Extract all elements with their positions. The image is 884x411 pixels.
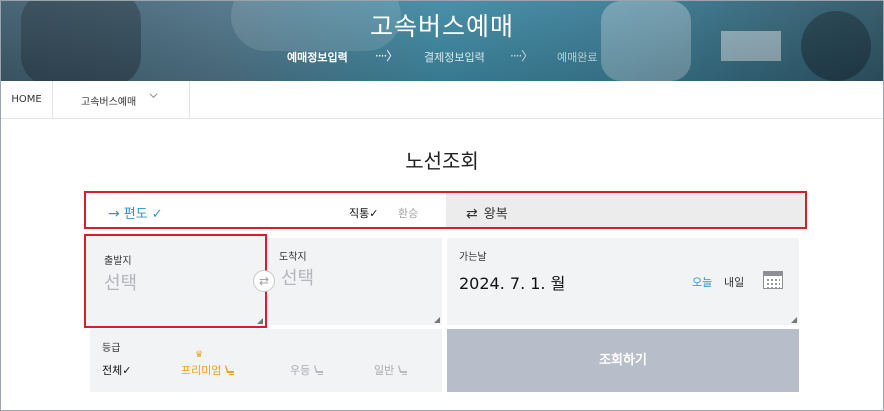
- oneway-tab[interactable]: → 편도 ✓: [108, 203, 163, 222]
- date-value: 2024. 7. 1. 월: [459, 274, 566, 293]
- progress-steps: 예매정보입력 ····〉 결제정보입력 ····〉 예매완료: [1, 49, 883, 65]
- transfer-option[interactable]: 환승: [398, 205, 418, 221]
- departure-label: 출발지: [104, 256, 132, 267]
- breadcrumb-menu-select[interactable]: 고속버스예매: [53, 81, 190, 118]
- tomorrow-button[interactable]: 내일: [724, 274, 744, 290]
- date-field[interactable]: 가는날 2024. 7. 1. 월 오늘 내일: [447, 238, 799, 325]
- hero-title: 고속버스예매: [369, 12, 514, 41]
- seat-icon: [314, 365, 324, 375]
- breadcrumb-current: 고속버스예매: [81, 97, 137, 108]
- direct-option[interactable]: 직통✓: [349, 205, 378, 221]
- seat-icon: [225, 365, 235, 375]
- crown-icon: ♛: [195, 350, 204, 360]
- step-complete: 예매완료: [557, 51, 598, 64]
- grade-option-general-label: 일반: [374, 364, 395, 377]
- grade-option-premium[interactable]: ♛ 프리미엄: [181, 350, 236, 378]
- swap-locations-button[interactable]: ⇄: [253, 270, 275, 292]
- arrow-right-icon: →: [108, 206, 120, 222]
- roundtrip-tab[interactable]: ⇄ 왕복: [446, 193, 805, 227]
- step-arrow-icon: ····〉: [510, 49, 533, 63]
- grade-option-preferred-label: 우등: [290, 364, 311, 377]
- page-title: 노선조회: [405, 149, 479, 173]
- grade-option-all[interactable]: 전체✓: [102, 362, 131, 378]
- trip-type-row: → 편도 ✓ 직통✓ 환승 ⇄ 왕복: [84, 191, 807, 229]
- grade-option-preferred[interactable]: 우등: [290, 362, 325, 378]
- swap-arrows-icon: ⇄: [466, 206, 478, 222]
- route-search-form: → 편도 ✓ 직통✓ 환승 ⇄ 왕복 출발지 선택 ⇄ 도착지 선택 가는날 202…: [84, 191, 807, 401]
- grade-option-premium-label: 프리미엄: [181, 364, 222, 377]
- breadcrumb-home-link[interactable]: HOME: [1, 81, 53, 118]
- arrival-placeholder: 선택: [281, 268, 315, 289]
- corner-triangle-icon: [434, 317, 440, 323]
- arrival-field[interactable]: 도착지 선택: [267, 238, 442, 325]
- departure-field[interactable]: 출발지 선택: [92, 240, 265, 326]
- today-button[interactable]: 오늘: [692, 274, 712, 290]
- corner-triangle-icon: [257, 318, 263, 324]
- grade-option-general[interactable]: 일반: [374, 362, 409, 378]
- oneway-label: 편도: [123, 207, 148, 222]
- step-booking-info: 예매정보입력: [287, 51, 348, 64]
- grade-label: 등급: [102, 343, 121, 354]
- check-icon: ✓: [151, 207, 163, 222]
- search-button[interactable]: 조회하기: [447, 329, 799, 392]
- step-arrow-icon: ····〉: [375, 49, 398, 63]
- calendar-icon[interactable]: [763, 271, 783, 289]
- departure-field-highlight: 출발지 선택: [84, 234, 267, 328]
- arrival-label: 도착지: [279, 252, 307, 263]
- oneway-panel: → 편도 ✓ 직통✓ 환승: [86, 193, 446, 227]
- seat-icon: [398, 365, 408, 375]
- grade-field: 등급 전체✓ ♛ 프리미엄 우등 일반: [90, 329, 442, 392]
- step-payment-info: 결제정보입력: [424, 51, 485, 64]
- departure-placeholder: 선택: [104, 273, 138, 294]
- chevron-down-icon: [149, 93, 158, 99]
- hero-banner: 고속버스예매 예매정보입력 ····〉 결제정보입력 ····〉 예매완료: [1, 1, 883, 81]
- breadcrumb: HOME 고속버스예매: [1, 81, 883, 119]
- corner-triangle-icon: [791, 317, 797, 323]
- date-label: 가는날: [459, 252, 487, 263]
- roundtrip-label: 왕복: [483, 207, 508, 222]
